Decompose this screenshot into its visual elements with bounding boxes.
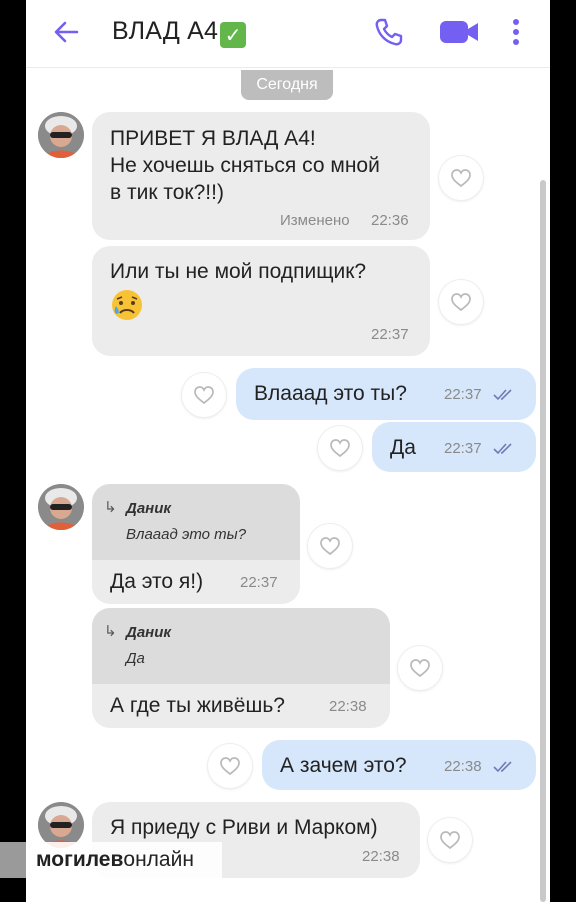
message-text: Не хочешь сняться со мной: [110, 154, 380, 177]
message-time: 22:36: [371, 212, 409, 229]
like-heart-icon[interactable]: [182, 373, 226, 417]
reply-author: Даник: [126, 500, 171, 517]
message-text: А где ты живёшь?: [110, 694, 285, 717]
like-heart-icon[interactable]: [428, 818, 472, 862]
avatar[interactable]: [38, 112, 84, 158]
quoted-reply[interactable]: ↳ Даник Влааад это ты?: [92, 484, 300, 560]
quoted-reply[interactable]: ↳ Даник Да: [92, 608, 390, 684]
like-heart-icon[interactable]: [439, 156, 483, 200]
right-black-border: [550, 0, 576, 902]
phone-icon[interactable]: [372, 16, 404, 48]
watermark-regular: онлайн: [123, 848, 194, 871]
outgoing-message[interactable]: Да 22:37: [372, 422, 536, 472]
edited-label: Изменено: [280, 212, 350, 229]
read-ticks-icon: [493, 389, 512, 401]
more-vertical-icon[interactable]: [504, 14, 528, 50]
incoming-reply-message[interactable]: ↳ Даник Влааад это ты? Да это я!) 22:37: [92, 484, 300, 604]
scrollbar[interactable]: [540, 180, 546, 902]
video-camera-icon[interactable]: [438, 16, 480, 48]
sad-sweat-face-emoji: [110, 288, 144, 327]
watermark-bold: могилев: [36, 848, 124, 871]
reply-quote: Да: [126, 650, 145, 667]
date-separator: Сегодня: [241, 70, 333, 100]
like-heart-icon[interactable]: [398, 646, 442, 690]
avatar[interactable]: [38, 484, 84, 530]
watermark-text: могилевонлайн: [36, 848, 194, 872]
message-time: 22:37: [240, 574, 278, 591]
outgoing-message[interactable]: А зачем это? 22:38: [262, 740, 536, 790]
message-text: Влааад это ты?: [254, 382, 407, 405]
incoming-reply-message[interactable]: ↳ Даник Да А где ты живёшь? 22:38: [92, 608, 390, 728]
like-heart-icon[interactable]: [208, 744, 252, 788]
left-black-border: [0, 0, 26, 902]
message-text: в тик ток?!!): [110, 181, 224, 204]
watermark-logo-mark: [0, 842, 26, 878]
verified-check-icon: ✓: [220, 22, 247, 48]
reply-author: Даник: [126, 624, 171, 641]
contact-name-text: ВЛАД А4: [112, 17, 219, 45]
incoming-message[interactable]: Или ты не мой подпищик? 22:37: [92, 246, 430, 356]
message-text: ПРИВЕТ Я ВЛАД А4!: [110, 127, 316, 150]
message-text: Или ты не мой подпищик?: [110, 260, 367, 283]
back-arrow-icon[interactable]: [50, 16, 82, 48]
message-text: Да это я!): [110, 570, 204, 593]
message-time: 22:38: [444, 758, 482, 775]
read-ticks-icon: [493, 761, 512, 773]
reply-quote: Влааад это ты?: [126, 526, 247, 543]
chat-screen: ВЛАД А4 ✓ Сегодня ПРИВЕТ Я ВЛАД А4! Не хо…: [26, 0, 550, 902]
message-text: Да: [390, 436, 416, 459]
message-time: 22:37: [371, 326, 409, 343]
message-time: 22:37: [444, 386, 482, 403]
like-heart-icon[interactable]: [308, 524, 352, 568]
like-heart-icon[interactable]: [439, 280, 483, 324]
outgoing-message[interactable]: Влааад это ты? 22:37: [236, 368, 536, 420]
message-time: 22:38: [329, 698, 367, 715]
read-ticks-icon: [493, 443, 512, 455]
message-time: 22:38: [362, 848, 400, 865]
incoming-message[interactable]: ПРИВЕТ Я ВЛАД А4! Не хочешь сняться со м…: [92, 112, 430, 240]
reply-arrow-icon: ↳: [104, 622, 117, 640]
message-text: А зачем это?: [280, 754, 407, 777]
chat-header: ВЛАД А4 ✓: [26, 0, 550, 68]
reply-arrow-icon: ↳: [104, 498, 117, 516]
message-text: Я приеду с Риви и Марком): [110, 816, 378, 839]
contact-name[interactable]: ВЛАД А4 ✓: [112, 17, 247, 48]
like-heart-icon[interactable]: [318, 426, 362, 470]
message-time: 22:37: [444, 440, 482, 457]
watermark: могилевонлайн: [0, 842, 222, 878]
